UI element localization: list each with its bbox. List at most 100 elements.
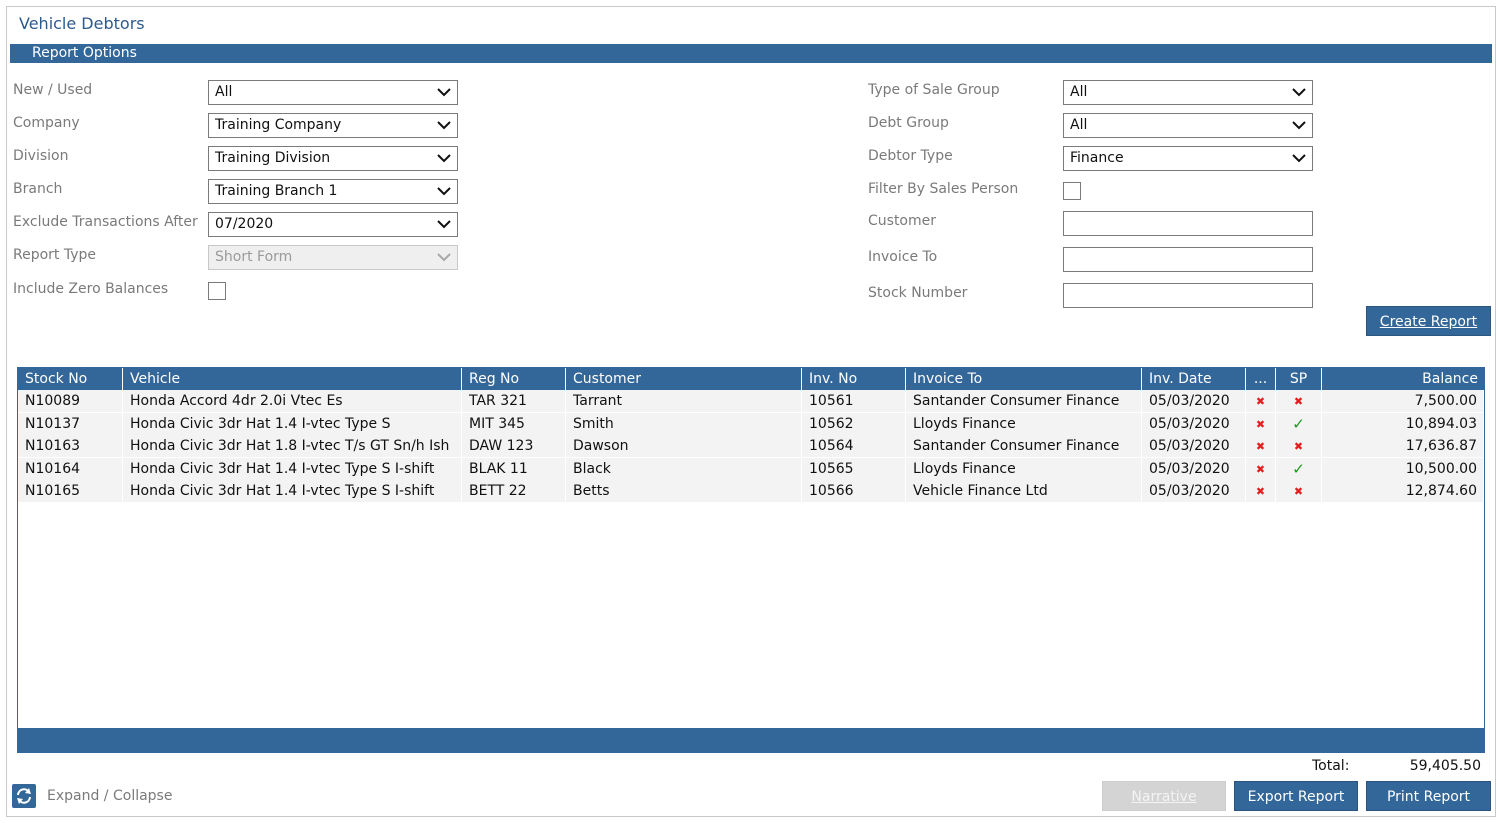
filter-by-sales-person-checkbox[interactable] — [1063, 182, 1081, 200]
vehicle-cell: Honda Civic 3dr Hat 1.4 I-vtec Type S I-… — [123, 457, 462, 480]
column-header-inv-no[interactable]: Inv. No — [802, 368, 906, 390]
customer-input[interactable] — [1063, 211, 1313, 236]
debtors-grid: Stock No Vehicle Reg No Customer Inv. No Invo… — [17, 367, 1485, 753]
company-select[interactable]: Training Company — [208, 113, 458, 138]
type-of-sale-group-label: Type of Sale Group — [868, 82, 1000, 98]
report-options-header: Report Options — [10, 44, 1492, 63]
inv-no-cell: 10561 — [802, 390, 906, 412]
company-value: Training Company — [215, 117, 342, 133]
vehicle-cell: Honda Civic 3dr Hat 1.4 I-vtec Type S — [123, 412, 462, 435]
branch-label: Branch — [13, 181, 63, 197]
sp-cell: ✖ — [1276, 390, 1322, 412]
inv-no-cell: 10564 — [802, 435, 906, 457]
chevron-down-icon — [437, 154, 451, 163]
balance-cell: 7,500.00 — [1322, 390, 1484, 412]
create-report-label: Create Report — [1379, 314, 1478, 330]
table-row[interactable]: N10137 Honda Civic 3dr Hat 1.4 I-vtec Typ… — [18, 412, 1484, 435]
filter-by-sales-person-label: Filter By Sales Person — [868, 181, 1019, 197]
inv-date-cell: 05/03/2020 — [1142, 390, 1246, 412]
reg-no-cell: MIT 345 — [462, 412, 566, 435]
more-cell: ✖ — [1246, 390, 1276, 412]
inv-no-cell: 10562 — [802, 412, 906, 435]
print-report-button[interactable]: Print Report — [1366, 781, 1491, 811]
report-type-value: Short Form — [215, 249, 293, 265]
table-row[interactable]: N10163 Honda Civic 3dr Hat 1.8 I-vtec T/s… — [18, 435, 1484, 457]
customer-cell: Smith — [566, 412, 802, 435]
column-header-inv-date[interactable]: Inv. Date — [1142, 368, 1246, 390]
invoice-to-input[interactable] — [1063, 247, 1313, 272]
include-zero-balances-checkbox[interactable] — [208, 282, 226, 300]
page-title: Vehicle Debtors — [19, 14, 145, 33]
customer-label: Customer — [868, 213, 937, 229]
table-row[interactable]: N10089 Honda Accord 4dr 2.0i Vtec Es TAR 3… — [18, 390, 1484, 412]
debt-group-select[interactable]: All — [1063, 113, 1313, 138]
reg-no-cell: DAW 123 — [462, 435, 566, 457]
grid-header: Stock No Vehicle Reg No Customer Inv. No Invo… — [18, 368, 1484, 390]
balance-cell: 10,894.03 — [1322, 412, 1484, 435]
chevron-down-icon — [1292, 88, 1306, 97]
create-report-button[interactable]: Create Report — [1366, 306, 1491, 336]
stock-no-cell: N10164 — [18, 457, 123, 480]
chevron-down-icon — [437, 88, 451, 97]
export-report-button[interactable]: Export Report — [1234, 781, 1358, 811]
total-label: Total: — [1312, 758, 1350, 774]
column-header-balance[interactable]: Balance — [1322, 368, 1484, 390]
column-header-reg-no[interactable]: Reg No — [462, 368, 566, 390]
column-header-stock-no[interactable]: Stock No — [18, 368, 123, 390]
reg-no-cell: TAR 321 — [462, 390, 566, 412]
narrative-button[interactable]: Narrative — [1102, 781, 1226, 811]
refresh-icon[interactable] — [12, 784, 36, 808]
customer-cell: Betts — [566, 480, 802, 502]
customer-cell: Dawson — [566, 435, 802, 457]
narrative-label: Narrative — [1131, 789, 1197, 805]
inv-date-cell: 05/03/2020 — [1142, 412, 1246, 435]
more-cell: ✖ — [1246, 480, 1276, 502]
cross-icon: ✖ — [1255, 417, 1266, 431]
column-header-invoice-to[interactable]: Invoice To — [906, 368, 1142, 390]
new-used-value: All — [215, 84, 233, 100]
column-header-sp[interactable]: SP — [1276, 368, 1322, 390]
cross-icon: ✖ — [1255, 462, 1266, 476]
vehicle-cell: Honda Accord 4dr 2.0i Vtec Es — [123, 390, 462, 412]
balance-cell: 17,636.87 — [1322, 435, 1484, 457]
chevron-down-icon — [437, 187, 451, 196]
branch-select[interactable]: Training Branch 1 — [208, 179, 458, 204]
stock-number-label: Stock Number — [868, 285, 968, 301]
debtor-type-value: Finance — [1070, 150, 1124, 166]
invoice-to-cell: Vehicle Finance Ltd — [906, 480, 1142, 502]
stock-no-cell: N10137 — [18, 412, 123, 435]
more-cell: ✖ — [1246, 412, 1276, 435]
check-icon: ✓ — [1292, 459, 1305, 478]
report-type-label: Report Type — [13, 247, 97, 263]
chevron-down-icon — [437, 220, 451, 229]
table-row[interactable]: N10165 Honda Civic 3dr Hat 1.4 I-vtec Typ… — [18, 480, 1484, 502]
new-used-select[interactable]: All — [208, 80, 458, 105]
debtor-type-select[interactable]: Finance — [1063, 146, 1313, 171]
expand-collapse-link[interactable]: Expand / Collapse — [47, 788, 172, 804]
table-row[interactable]: N10164 Honda Civic 3dr Hat 1.4 I-vtec Typ… — [18, 457, 1484, 480]
sp-cell: ✖ — [1276, 435, 1322, 457]
type-of-sale-group-value: All — [1070, 84, 1088, 100]
exclude-transactions-after-select[interactable]: 07/2020 — [208, 212, 458, 237]
check-icon: ✓ — [1292, 414, 1305, 433]
type-of-sale-group-select[interactable]: All — [1063, 80, 1313, 105]
column-header-vehicle[interactable]: Vehicle — [123, 368, 462, 390]
stock-number-input[interactable] — [1063, 283, 1313, 308]
include-zero-balances-label: Include Zero Balances — [13, 281, 169, 297]
column-header-more[interactable]: ... — [1246, 368, 1276, 390]
cross-icon: ✖ — [1255, 395, 1266, 408]
debtor-type-label: Debtor Type — [868, 148, 953, 164]
column-header-customer[interactable]: Customer — [566, 368, 802, 390]
report-type-select[interactable]: Short Form — [208, 245, 458, 270]
sp-cell: ✖ — [1276, 480, 1322, 502]
inv-date-cell: 05/03/2020 — [1142, 457, 1246, 480]
reg-no-cell: BLAK 11 — [462, 457, 566, 480]
division-value: Training Division — [215, 150, 331, 166]
sp-cell: ✓ — [1276, 412, 1322, 435]
vehicle-cell: Honda Civic 3dr Hat 1.4 I-vtec Type S I-… — [123, 480, 462, 502]
inv-date-cell: 05/03/2020 — [1142, 435, 1246, 457]
division-label: Division — [13, 148, 69, 164]
division-select[interactable]: Training Division — [208, 146, 458, 171]
print-report-label: Print Report — [1386, 789, 1471, 805]
stock-no-cell: N10165 — [18, 480, 123, 502]
